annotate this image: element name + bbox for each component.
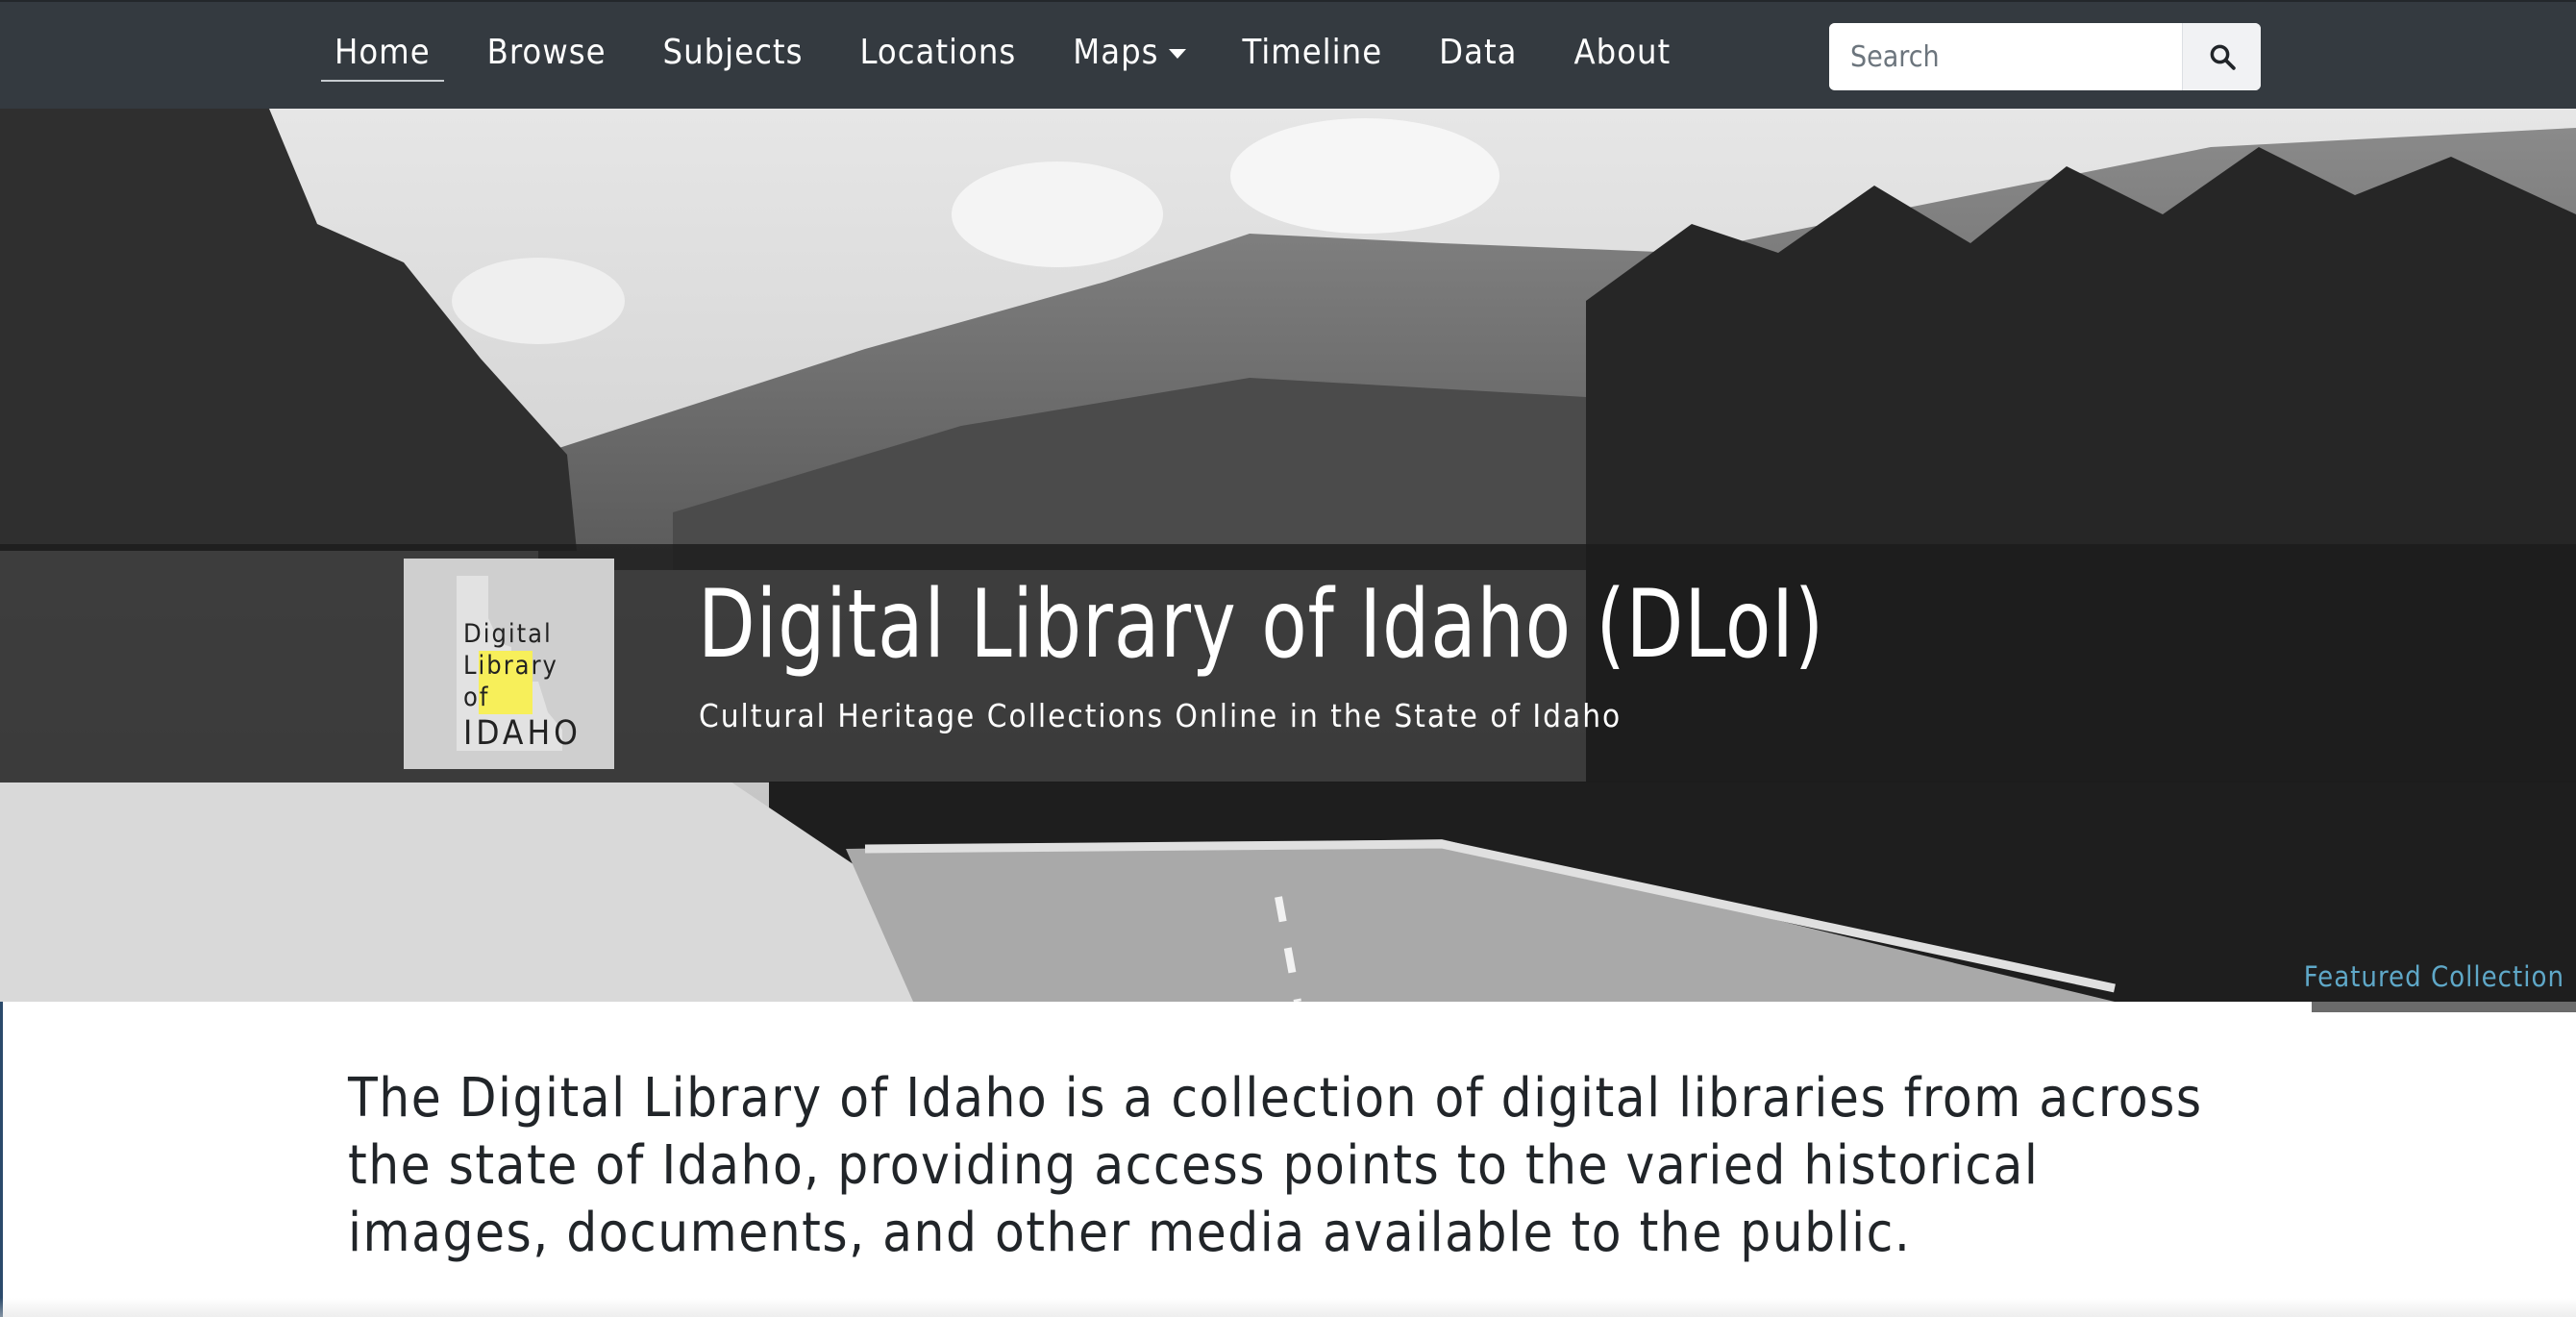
nav-about[interactable]: About: [1560, 25, 1684, 82]
page-subtitle: Cultural Heritage Collections Online in …: [699, 697, 1622, 734]
hero-banner: Digital Library of IDAHO Digital Library…: [0, 109, 2576, 1002]
nav-browse[interactable]: Browse: [474, 25, 620, 82]
nav-timeline[interactable]: Timeline: [1229, 25, 1397, 82]
logo-line: Library: [463, 651, 558, 681]
search-input[interactable]: [1829, 23, 2182, 90]
logo-line: of: [463, 683, 490, 712]
page-title: Digital Library of Idaho (DLoI): [698, 570, 1825, 680]
nav-subjects[interactable]: Subjects: [650, 25, 817, 82]
bottom-shadow: [0, 1298, 2576, 1317]
nav-data[interactable]: Data: [1425, 25, 1530, 82]
search-icon: [2210, 44, 2236, 70]
dloi-logo: Digital Library of IDAHO: [404, 559, 614, 769]
featured-collection-link[interactable]: Featured Collection: [2304, 960, 2564, 993]
logo-text: Digital Library of: [463, 618, 558, 713]
logo-line: Digital: [463, 619, 553, 649]
top-navbar: Home Browse Subjects Locations Maps Time…: [0, 0, 2576, 109]
caret-down-icon: [1168, 49, 1186, 59]
nav-maps-label: Maps: [1073, 33, 1159, 72]
search-button[interactable]: [2182, 23, 2261, 90]
nav-maps-dropdown[interactable]: Maps: [1059, 25, 1199, 82]
left-edge-line: [0, 1002, 3, 1317]
nav-locations[interactable]: Locations: [847, 25, 1030, 82]
search-form: [1829, 23, 2261, 90]
intro-text: The Digital Library of Idaho is a collec…: [348, 1067, 2203, 1264]
logo-state-name: IDAHO: [463, 714, 582, 753]
featured-collection-bar: [2312, 1002, 2576, 1012]
nav-home[interactable]: Home: [321, 25, 444, 82]
nav-links: Home Browse Subjects Locations Maps Time…: [321, 25, 1714, 82]
